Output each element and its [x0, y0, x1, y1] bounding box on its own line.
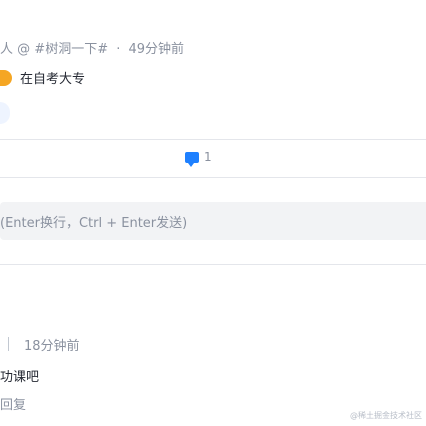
meta-separator: ·: [116, 42, 121, 57]
divider-bottom: [0, 264, 426, 265]
reply-text: 功课吧: [0, 370, 40, 385]
author-name[interactable]: 人: [0, 42, 13, 57]
divider-middle: [0, 177, 426, 178]
comment-icon: [185, 151, 199, 167]
reply-time: 18分钟前: [24, 339, 80, 354]
at-sign: @: [17, 42, 31, 57]
post-content: 在自考大专: [0, 68, 85, 87]
comment-button[interactable]: 1: [185, 150, 212, 167]
topic-tag[interactable]: #树洞一下#: [34, 42, 108, 57]
comment-input-placeholder: (Enter换行，Ctrl + Enter发送): [0, 215, 188, 231]
smile-emoji-icon: [0, 69, 12, 86]
post-meta: 人 @ #树洞一下# · 49分钟前: [0, 38, 184, 57]
juejin-post-page: 人 @ #树洞一下# · 49分钟前 在自考大专 1 (Enter换行，Ctrl…: [0, 0, 426, 426]
reply-button[interactable]: 回复: [0, 394, 26, 413]
post-time: 49分钟前: [128, 42, 185, 57]
divider-top: [0, 139, 426, 140]
post-content-text: 在自考大专: [20, 72, 86, 87]
comment-input[interactable]: (Enter换行，Ctrl + Enter发送): [0, 202, 426, 240]
comment-count: 1: [204, 150, 212, 164]
reply-separator-bar: [8, 337, 9, 351]
topic-pill[interactable]: [0, 102, 10, 124]
watermark: @稀土掘金技术社区: [350, 411, 422, 420]
